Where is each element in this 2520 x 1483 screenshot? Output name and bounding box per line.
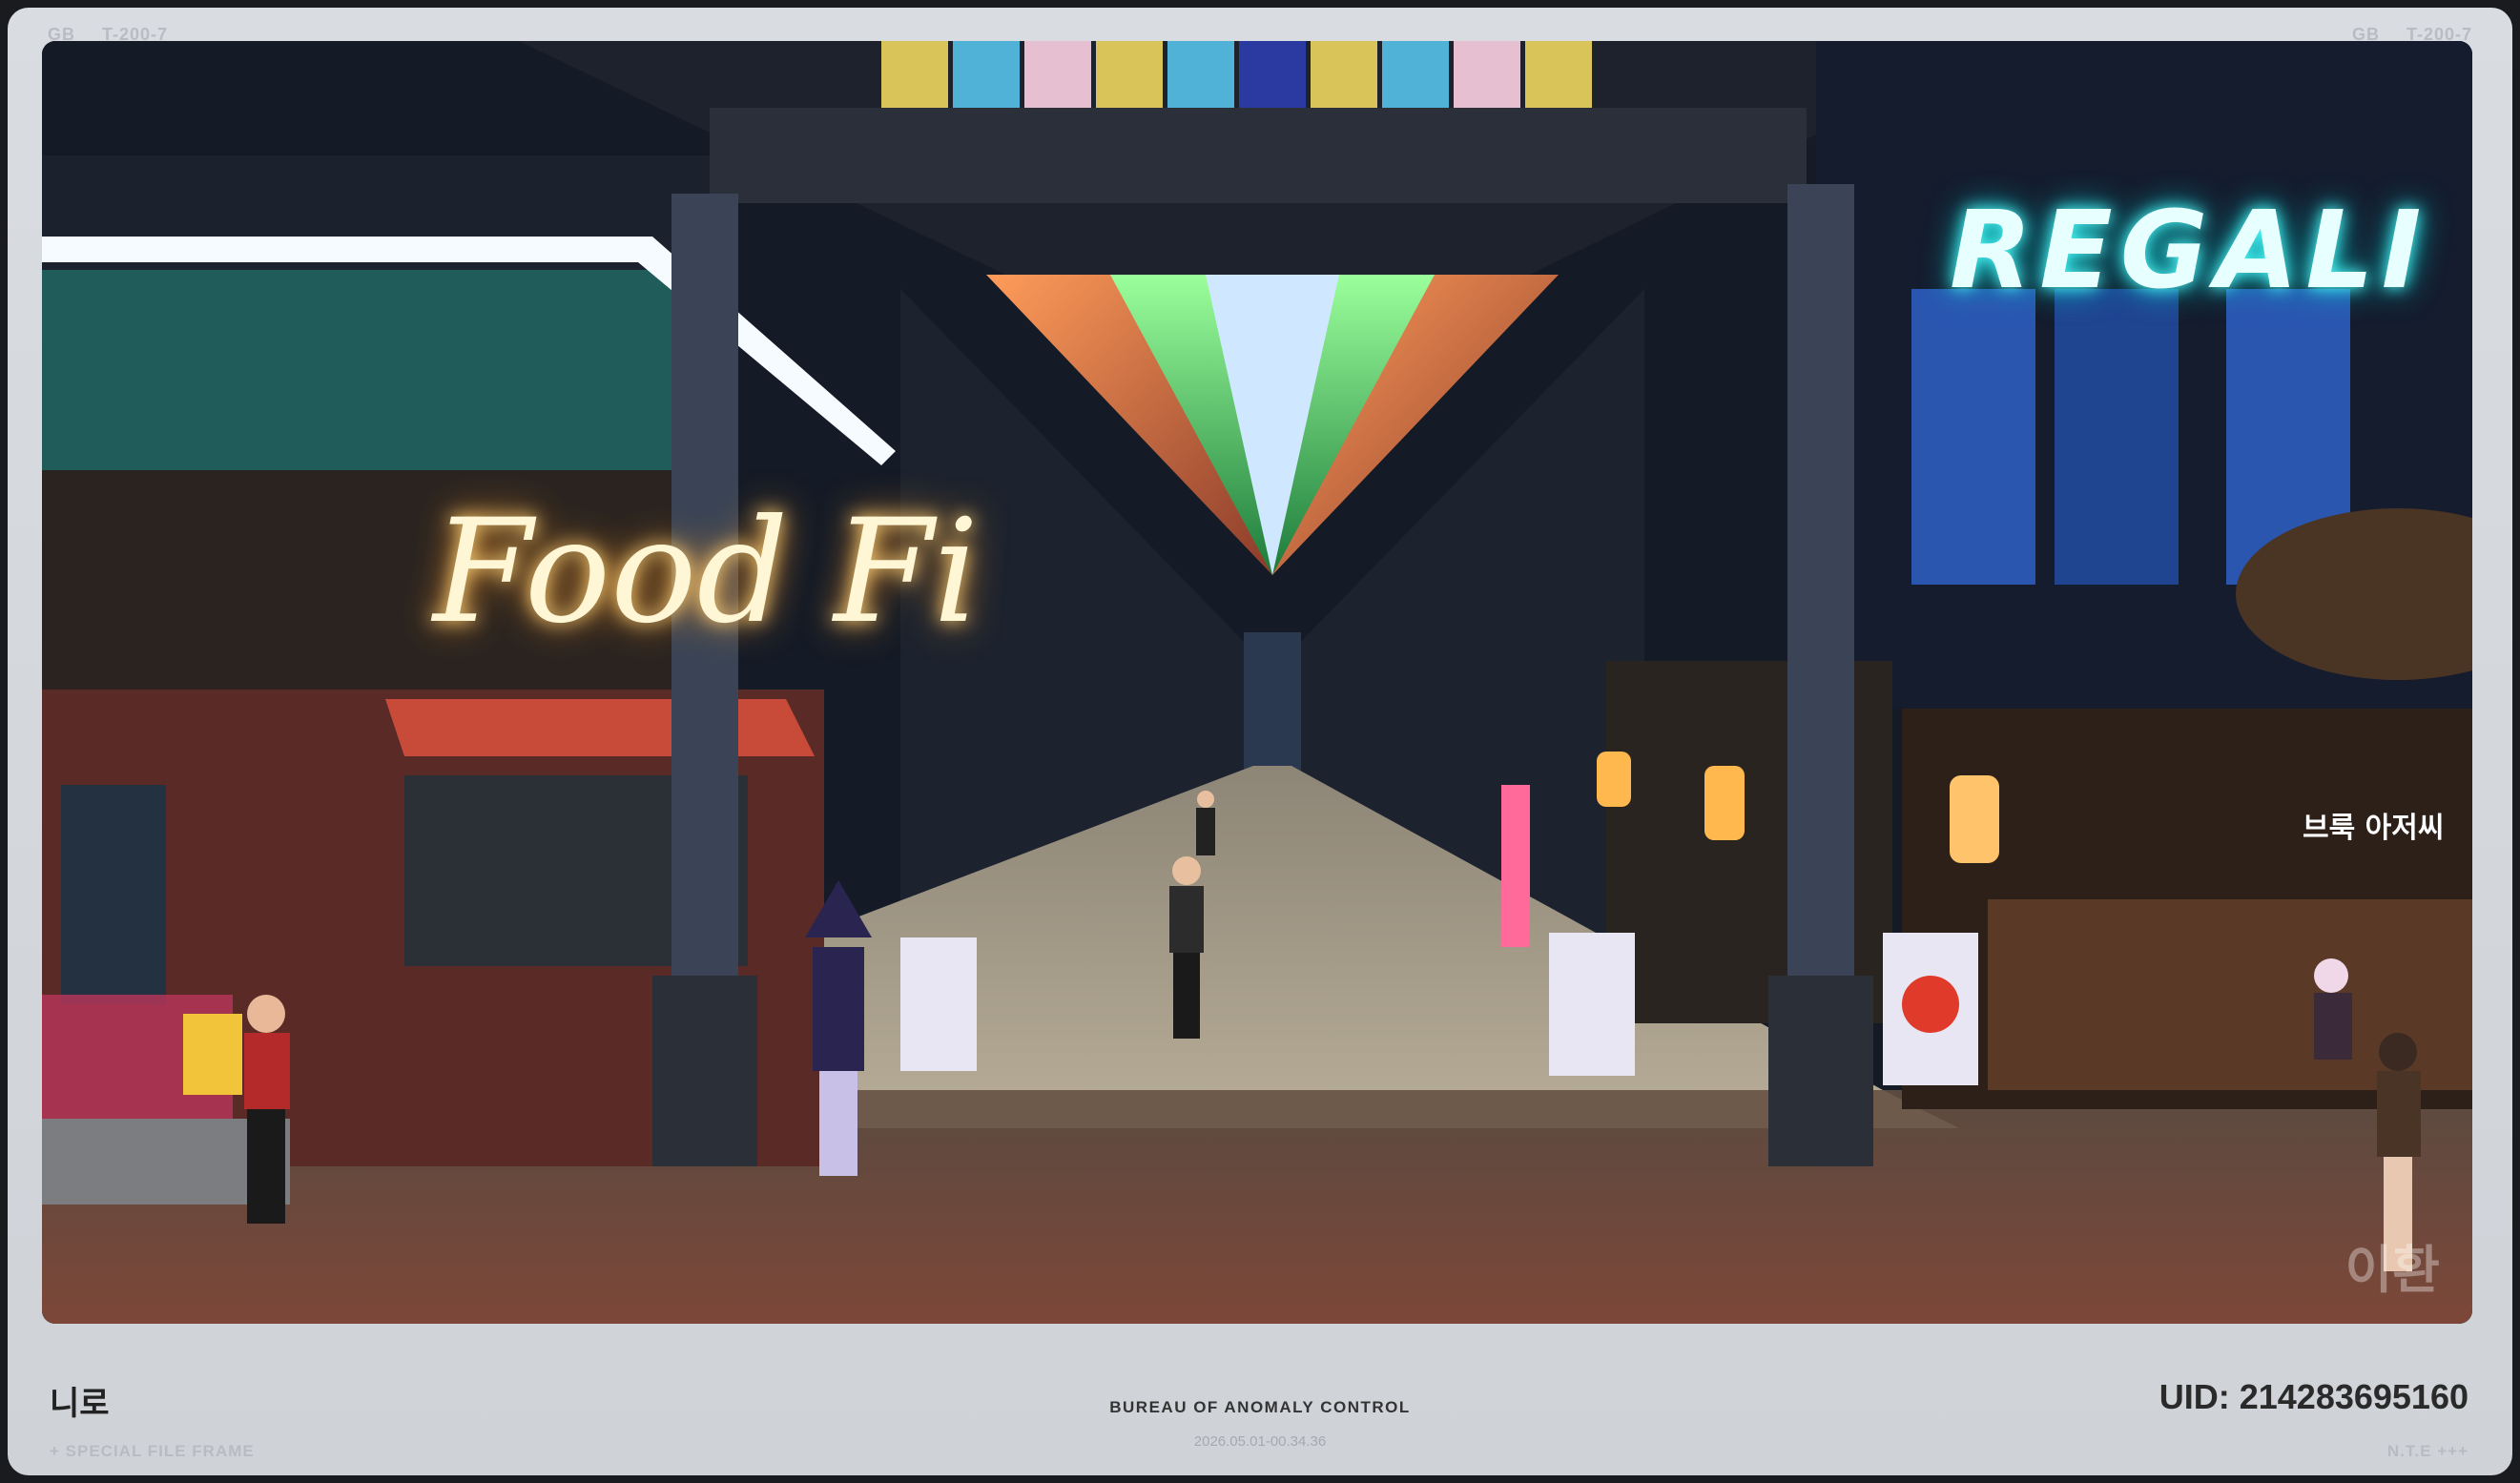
stall-sign: 브룩 아저씨 (2303, 812, 2445, 845)
uid-label: UID: 214283695160 (2159, 1377, 2468, 1416)
organization-label: BUREAU OF ANOMALY CONTROL (1109, 1398, 1411, 1416)
watermark-logo: 이환 (2344, 1240, 2440, 1300)
regali-neon-sign: REGALI (1950, 189, 2429, 313)
game-screenshot: Food Fi REGALI 브룩 아저씨 이환 (42, 41, 2472, 1324)
food-neon-sign: Food Fi (433, 489, 980, 655)
brand-label: N.T.E +++ (2386, 1442, 2468, 1460)
pedestrian-back (1196, 791, 1215, 855)
timestamp: 2026.05.01-00.34.36 (1193, 1433, 1327, 1450)
customer-bar (2314, 958, 2352, 1060)
